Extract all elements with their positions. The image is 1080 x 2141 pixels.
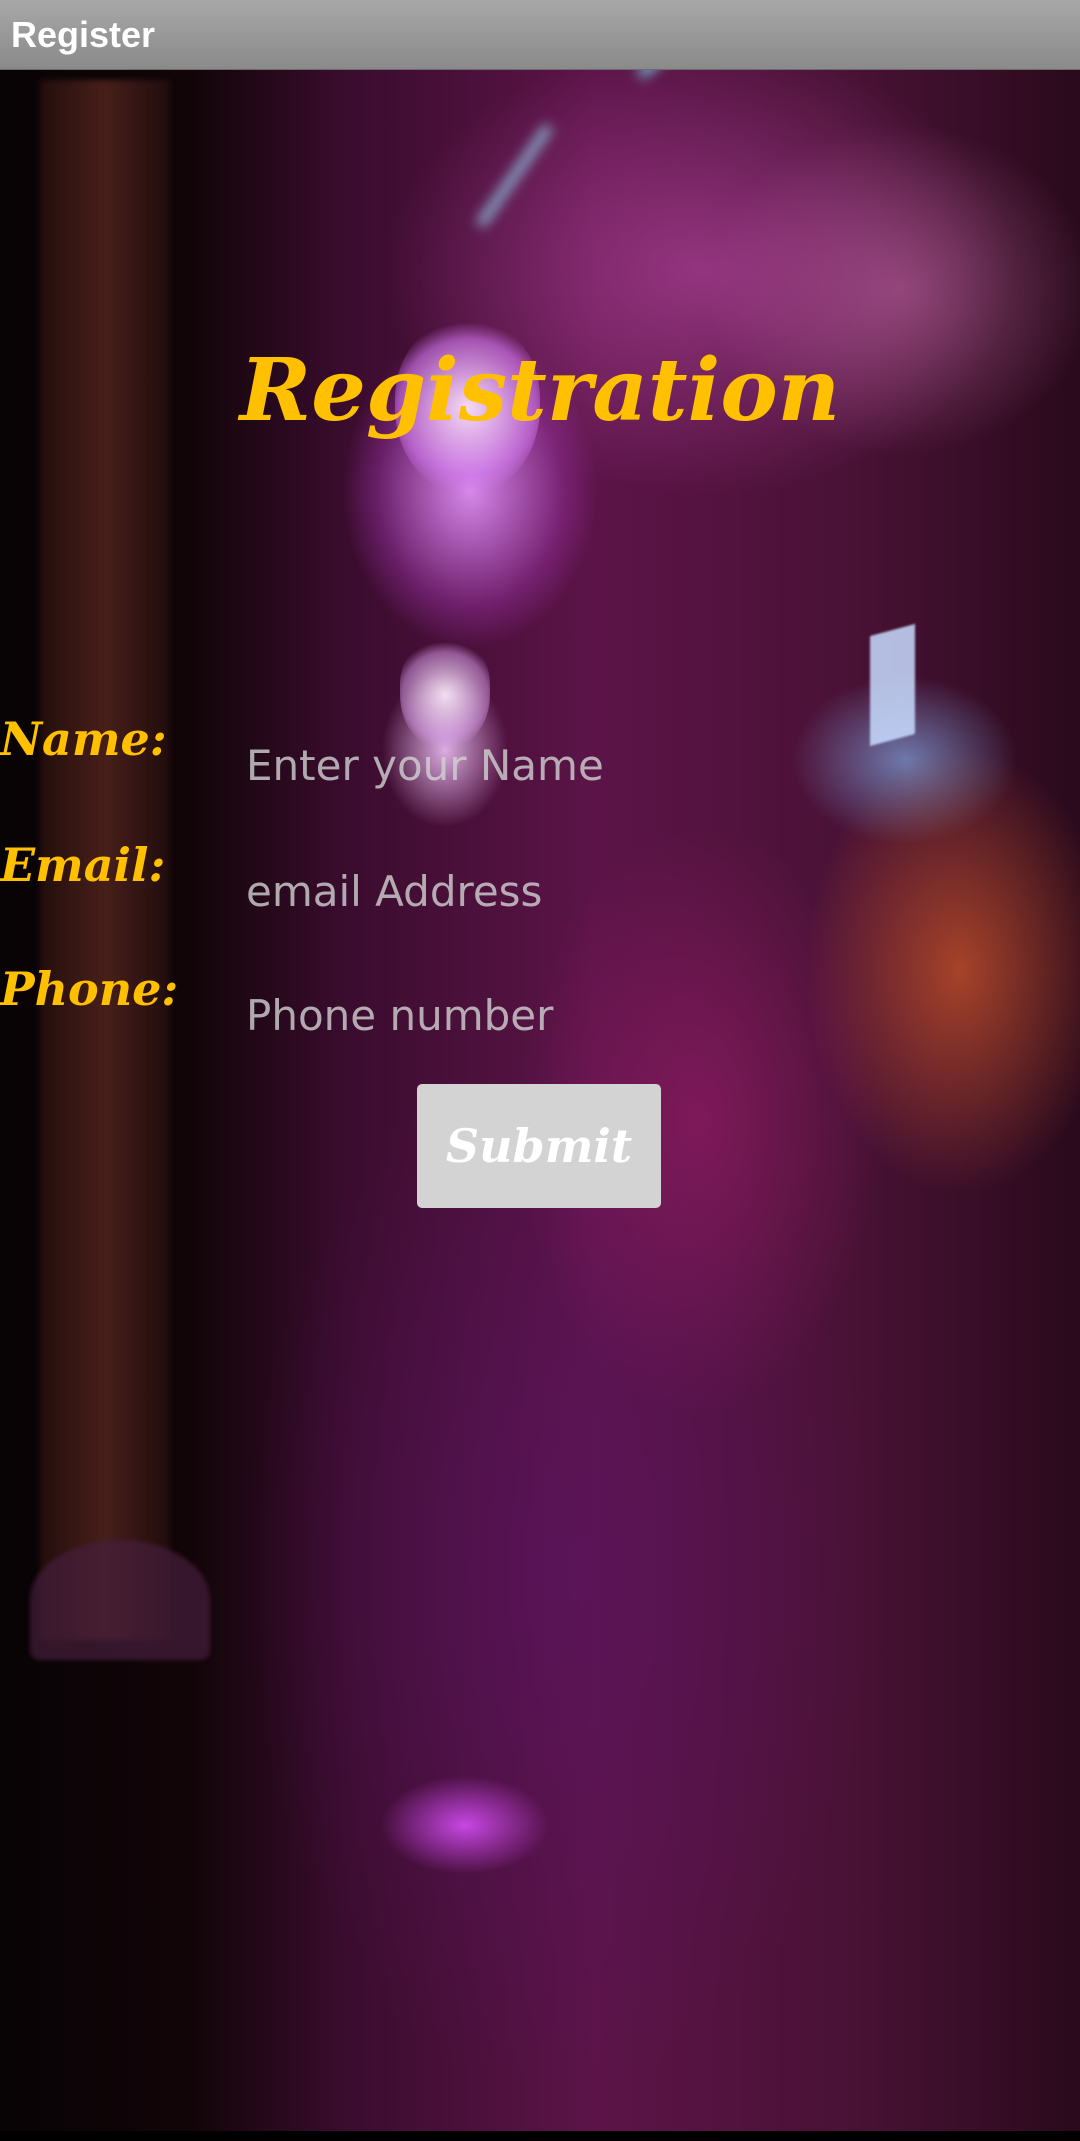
phone-field[interactable] [246, 980, 806, 1050]
plant-pot-decoration [30, 1540, 210, 1660]
submit-button[interactable]: Submit [417, 1084, 661, 1208]
tv-screen-decoration [870, 623, 915, 747]
name-label: Name: [0, 712, 167, 766]
app-bar: Register [0, 0, 1080, 70]
name-field[interactable] [246, 730, 806, 800]
email-label: Email: [0, 838, 166, 892]
light-beam-decoration [475, 123, 553, 228]
phone-label: Phone: [0, 962, 179, 1016]
page-title: Registration [239, 340, 841, 441]
app-bar-title: Register [11, 14, 156, 55]
email-field[interactable] [246, 856, 806, 926]
light-beam-decoration [636, 70, 713, 79]
bottom-edge [0, 2131, 1080, 2141]
